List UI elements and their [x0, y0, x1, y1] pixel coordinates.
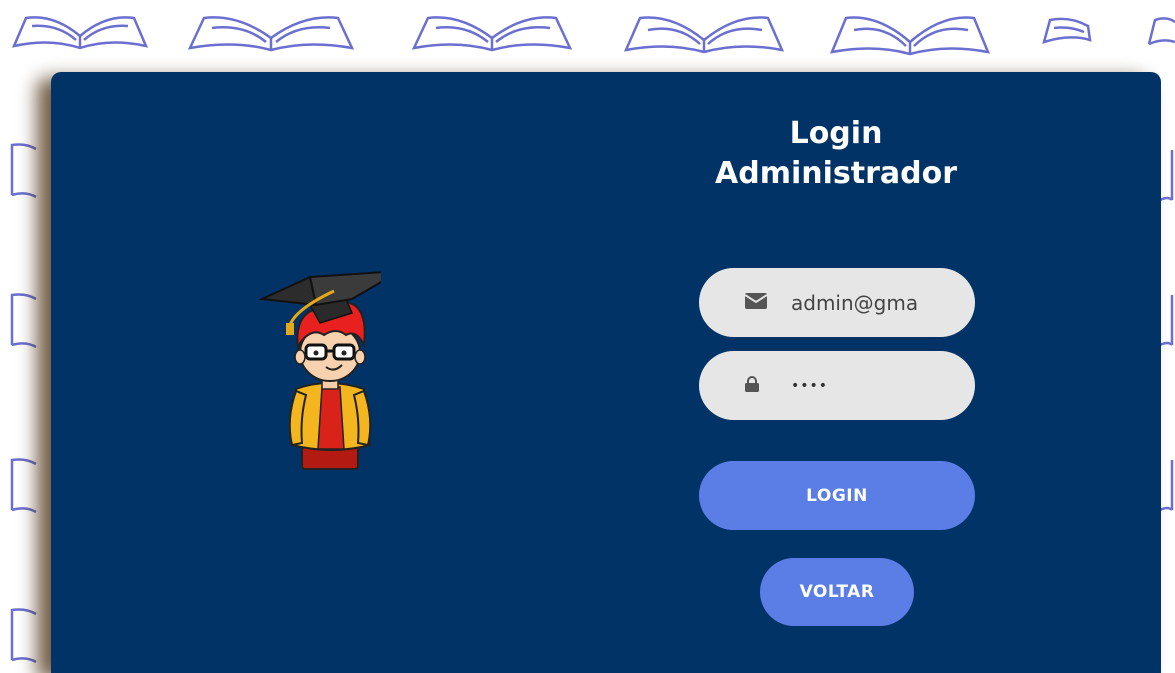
open-book-icon: [1160, 285, 1175, 355]
open-book-icon: [1160, 140, 1175, 210]
open-book-icon: [8, 600, 38, 670]
page-title: Login Administrador: [651, 114, 1021, 194]
open-book-icon: [8, 135, 38, 205]
lock-icon: [745, 375, 759, 396]
open-book-icon: [828, 12, 993, 58]
password-input[interactable]: [791, 351, 961, 420]
open-book-icon: [622, 12, 787, 56]
open-book-icon: [410, 12, 575, 54]
open-book-icon: [1160, 450, 1175, 520]
open-book-icon: [186, 12, 356, 54]
title-line-1: Login: [789, 116, 883, 151]
open-book-icon: [8, 285, 38, 355]
open-book-icon: [10, 12, 150, 54]
envelope-icon: [744, 292, 768, 313]
graduate-avatar: [256, 269, 401, 478]
open-book-icon: [1145, 14, 1175, 50]
back-button[interactable]: VOLTAR: [760, 558, 914, 626]
open-book-icon: [1040, 14, 1095, 50]
open-book-icon: [8, 450, 38, 520]
email-input[interactable]: [791, 268, 961, 337]
email-field[interactable]: [699, 268, 975, 337]
password-field[interactable]: [699, 351, 975, 420]
login-card: Login Administrador admin@gma •••• LOGIN…: [51, 72, 1161, 673]
title-line-2: Administrador: [715, 156, 957, 191]
login-button[interactable]: LOGIN: [699, 461, 975, 530]
